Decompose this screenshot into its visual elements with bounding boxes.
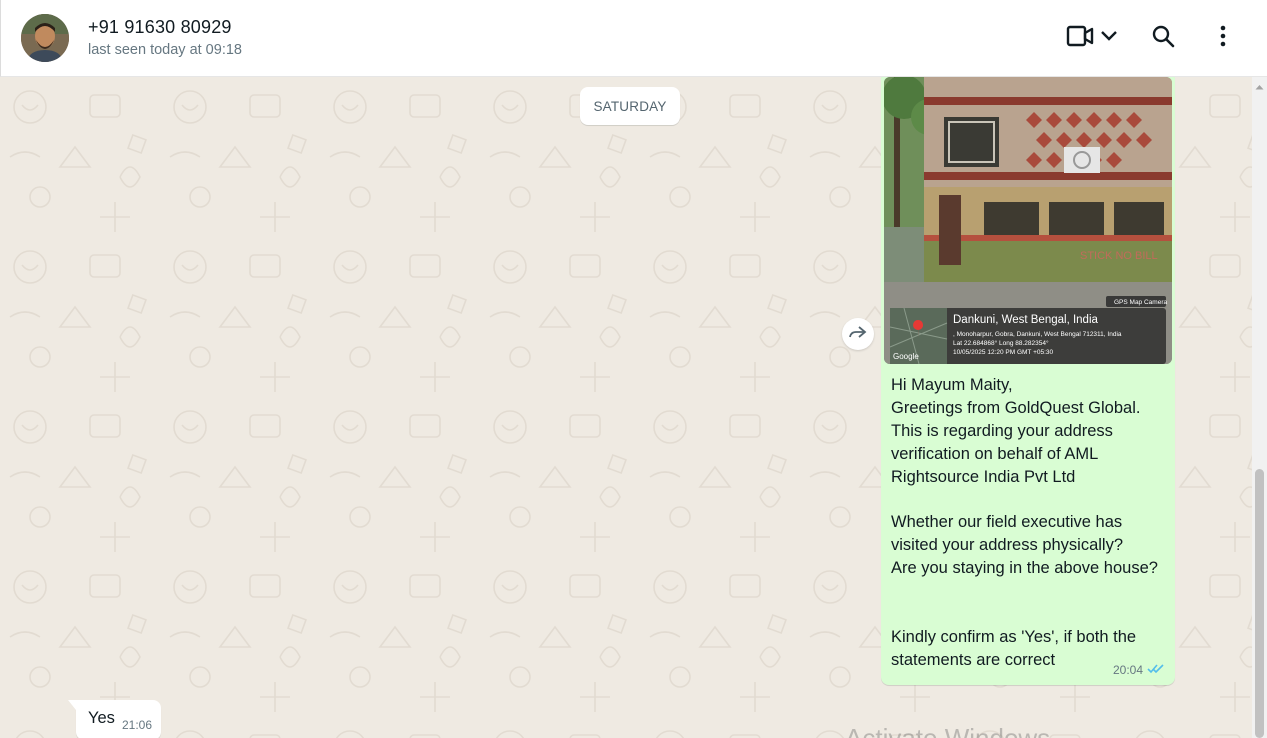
message-photo[interactable]: STICK NO BILL GPS Map Camera Google Dank…: [884, 77, 1172, 364]
chat-header: +91 91630 80929 last seen today at 09:18: [0, 0, 1267, 77]
chevron-down-icon: [1100, 29, 1118, 47]
wall-text: STICK NO BILL: [1080, 250, 1158, 262]
incoming-message[interactable]: Yes 21:06: [68, 700, 161, 738]
activate-windows-watermark: Activate Windows: [845, 723, 1051, 738]
scroll-thumb[interactable]: [1255, 469, 1264, 738]
incoming-message-text: Yes: [88, 709, 115, 727]
incoming-message-time: 21:06: [121, 718, 152, 732]
search-button[interactable]: [1147, 22, 1179, 54]
gps-address: , Monoharpur, Gobra, Dankuni, West Benga…: [953, 331, 1122, 338]
kebab-menu-icon: [1220, 25, 1226, 52]
video-camera-icon: [1066, 24, 1094, 53]
contact-name[interactable]: +91 91630 80929: [88, 17, 232, 38]
video-call-button[interactable]: [1061, 22, 1123, 54]
double-tick-read-icon: [1147, 661, 1165, 679]
forward-icon: [848, 325, 868, 344]
chat-panel[interactable]: SATURDAY STICK NO BILL GPS Map Camera Go…: [0, 77, 1267, 738]
date-divider: SATURDAY: [580, 87, 680, 125]
gps-badge: GPS Map Camera: [1114, 299, 1167, 306]
last-seen-status: last seen today at 09:18: [88, 42, 242, 58]
outgoing-message[interactable]: STICK NO BILL GPS Map Camera Google Dank…: [881, 77, 1175, 685]
chat-scrollbar[interactable]: [1252, 77, 1267, 738]
scroll-up-arrow[interactable]: [1252, 81, 1267, 93]
map-brand: Google: [893, 352, 919, 361]
message-time: 20:04: [1112, 663, 1143, 677]
message-text: Hi Mayum Maity, Greetings from GoldQuest…: [891, 376, 1158, 669]
gps-coords: Lat 22.684868° Long 88.282354°: [953, 339, 1049, 347]
menu-button[interactable]: [1207, 22, 1239, 54]
gps-timestamp: 10/05/2025 12:20 PM GMT +05:30: [953, 349, 1054, 356]
contact-avatar[interactable]: [21, 14, 69, 62]
message-meta: 20:04: [1113, 661, 1165, 679]
gps-place: Dankuni, West Bengal, India: [953, 314, 1099, 326]
forward-button[interactable]: [842, 318, 874, 350]
search-icon: [1151, 24, 1175, 53]
